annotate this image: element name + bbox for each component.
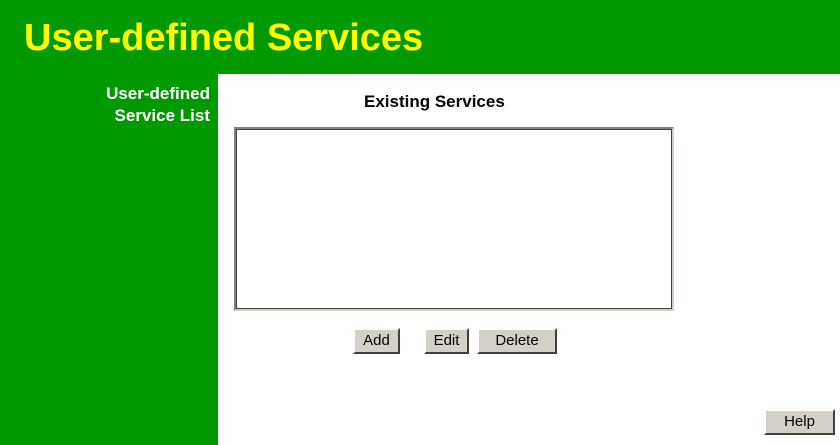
help-button[interactable]: Help [764, 409, 835, 435]
add-button[interactable]: Add [353, 328, 400, 354]
existing-services-heading: Existing Services [364, 92, 505, 111]
sidebar-label-line-1: User-defined [106, 84, 210, 103]
delete-button[interactable]: Delete [477, 328, 557, 354]
header-bar: User-defined Services [0, 0, 840, 74]
page: User-defined Services User-defined Servi… [0, 0, 840, 445]
sidebar: User-defined Service List [0, 74, 218, 445]
sidebar-section-label: User-defined Service List [106, 83, 210, 127]
page-title: User-defined Services [24, 17, 424, 59]
sidebar-label-line-2: Service List [114, 106, 210, 125]
existing-services-listbox[interactable] [234, 127, 674, 311]
edit-button[interactable]: Edit [424, 328, 469, 354]
main-content: Existing Services Add Edit Delete Help [218, 74, 840, 445]
